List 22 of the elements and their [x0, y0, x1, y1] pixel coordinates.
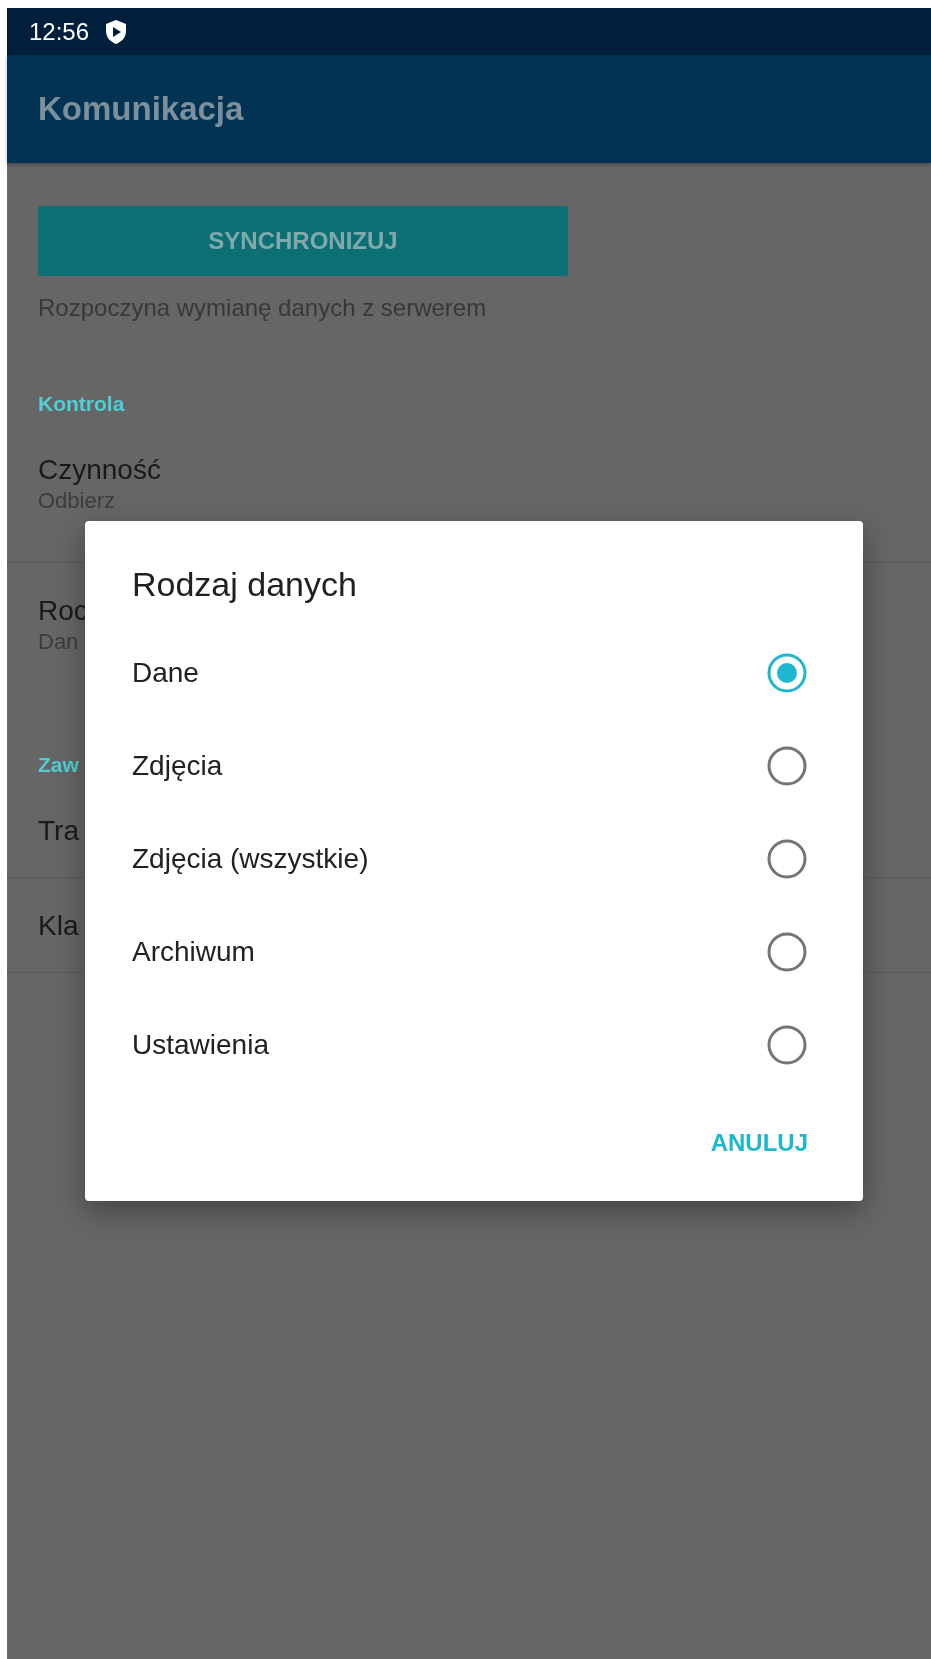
radio-button[interactable] [766, 1023, 808, 1066]
option-label[interactable]: Zdjęcia [132, 749, 223, 782]
setting-title[interactable]: Tra [38, 815, 79, 847]
option-label[interactable]: Zdjęcia (wszystkie) [132, 842, 369, 875]
sync-button[interactable]: SYNCHRONIZUJ [38, 206, 568, 276]
radio-button[interactable] [766, 744, 808, 787]
app-title: Komunikacja [38, 90, 244, 128]
option-label[interactable]: Dane [132, 656, 199, 689]
radio-button[interactable] [766, 837, 808, 880]
status-time: 12:56 [29, 17, 90, 46]
option-label[interactable]: Archiwum [132, 935, 255, 968]
radio-button[interactable] [766, 651, 808, 694]
cancel-button[interactable]: ANULUJ [710, 1121, 808, 1165]
shield-icon [105, 18, 128, 45]
option-label[interactable]: Ustawienia [132, 1028, 269, 1061]
setting-title[interactable]: Kla [38, 910, 79, 942]
section-header: Zaw [38, 753, 79, 777]
section-header: Kontrola [38, 392, 125, 416]
setting-title[interactable]: Czynność [38, 454, 161, 486]
setting-title[interactable]: Roc [38, 595, 88, 627]
radio-button[interactable] [766, 930, 808, 973]
dialog-title: Rodzaj danych [132, 565, 358, 604]
